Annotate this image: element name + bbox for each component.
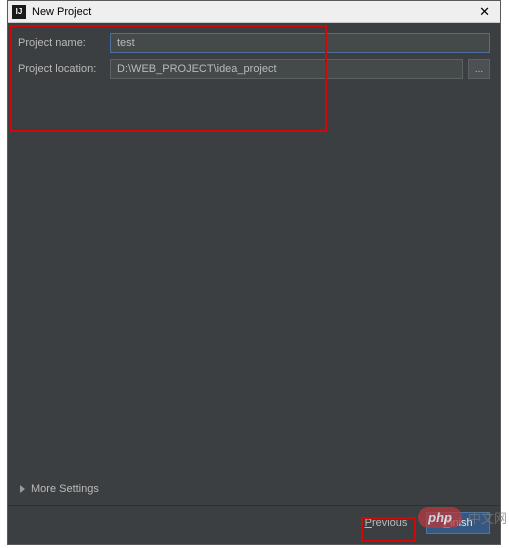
project-location-input[interactable] — [110, 59, 463, 79]
previous-button[interactable]: Previous — [354, 512, 418, 534]
spacer — [8, 89, 500, 483]
close-icon[interactable]: ✕ — [475, 4, 494, 20]
finish-label-rest: inish — [450, 517, 473, 529]
form-area: Project name: Project location: ... — [8, 23, 500, 89]
window-title: New Project — [32, 6, 475, 18]
finish-button[interactable]: Finish — [426, 512, 490, 534]
dialog-body: Project name: Project location: ... More… — [8, 23, 500, 544]
project-name-row: Project name: — [18, 33, 490, 53]
chevron-right-icon — [20, 485, 25, 493]
app-icon: IJ — [12, 5, 26, 19]
titlebar: IJ New Project ✕ — [8, 1, 500, 23]
finish-label-ul: F — [443, 517, 450, 529]
project-name-input[interactable] — [110, 33, 490, 53]
new-project-dialog: IJ New Project ✕ Project name: Project l… — [7, 0, 501, 545]
project-name-label: Project name: — [18, 37, 110, 49]
project-location-label: Project location: — [18, 63, 110, 75]
previous-label-rest: revious — [372, 517, 407, 529]
more-settings-toggle[interactable]: More Settings — [8, 483, 500, 505]
project-location-row: Project location: ... — [18, 59, 490, 79]
more-settings-label: More Settings — [31, 483, 99, 495]
previous-label-ul: P — [365, 517, 372, 529]
browse-button[interactable]: ... — [468, 59, 490, 79]
button-bar: Previous Finish — [8, 505, 500, 544]
